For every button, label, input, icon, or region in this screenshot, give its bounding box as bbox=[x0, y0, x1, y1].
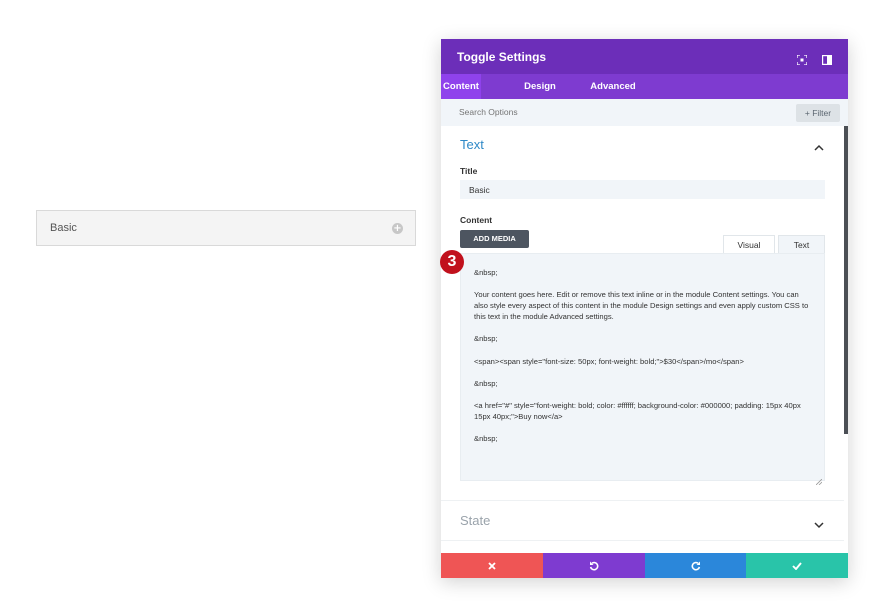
editor-line: <a href="#" style="font-weight: bold; co… bbox=[474, 401, 803, 421]
editor-line: <span><span style="font-size: 50px; font… bbox=[474, 357, 744, 366]
toggle-title: Basic bbox=[50, 222, 77, 234]
section-text-title[interactable]: Text bbox=[460, 137, 484, 152]
editor-line: &nbsp; bbox=[474, 334, 498, 343]
toggle-module-preview[interactable]: Basic + bbox=[36, 210, 416, 246]
close-icon bbox=[488, 561, 496, 570]
editor-line: &nbsp; bbox=[474, 434, 498, 443]
editor-line: &nbsp; bbox=[474, 268, 498, 277]
tab-content[interactable]: Content bbox=[441, 74, 481, 99]
chevron-down-icon[interactable] bbox=[813, 517, 825, 529]
modal-header: Toggle Settings bbox=[441, 39, 848, 74]
add-media-button[interactable]: ADD MEDIA bbox=[460, 230, 529, 248]
toggle-settings-modal: Toggle Settings Content Design Advanced … bbox=[441, 39, 848, 578]
tab-text[interactable]: Text bbox=[778, 235, 825, 253]
tab-design[interactable]: Design bbox=[518, 74, 562, 99]
content-text-editor[interactable]: &nbsp; Your content goes here. Edit or r… bbox=[460, 253, 825, 486]
check-icon bbox=[792, 561, 802, 570]
fullscreen-icon[interactable] bbox=[796, 52, 808, 66]
resize-handle-icon[interactable] bbox=[815, 472, 823, 486]
step-number-badge: 3 bbox=[440, 250, 464, 274]
cancel-button[interactable] bbox=[441, 553, 543, 578]
undo-icon bbox=[589, 561, 599, 571]
divider bbox=[441, 540, 844, 541]
title-field[interactable] bbox=[460, 180, 825, 199]
redo-icon bbox=[691, 561, 700, 571]
section-state-title[interactable]: State bbox=[460, 513, 490, 528]
save-button[interactable] bbox=[746, 553, 848, 578]
filter-button[interactable]: + Filter bbox=[796, 104, 840, 122]
editor-line: Your content goes here. Edit or remove t… bbox=[474, 290, 811, 321]
content-field-label: Content bbox=[460, 215, 493, 225]
undo-button[interactable] bbox=[543, 553, 645, 578]
toggle-open-icon[interactable]: + bbox=[392, 223, 403, 234]
redo-button[interactable] bbox=[645, 553, 746, 578]
search-options-input[interactable] bbox=[459, 107, 709, 117]
editor-line: &nbsp; bbox=[474, 379, 498, 388]
modal-footer bbox=[441, 553, 848, 578]
tab-advanced[interactable]: Advanced bbox=[585, 74, 641, 99]
title-field-label: Title bbox=[460, 166, 478, 176]
modal-title: Toggle Settings bbox=[457, 50, 547, 64]
chevron-up-icon[interactable] bbox=[813, 140, 825, 151]
scrollbar[interactable] bbox=[844, 126, 848, 434]
settings-tabs: Content Design Advanced bbox=[441, 74, 848, 99]
search-row: + Filter bbox=[441, 99, 848, 126]
divider bbox=[441, 500, 844, 501]
tab-visual[interactable]: Visual bbox=[723, 235, 775, 253]
sidebar-dock-icon[interactable] bbox=[822, 52, 833, 66]
